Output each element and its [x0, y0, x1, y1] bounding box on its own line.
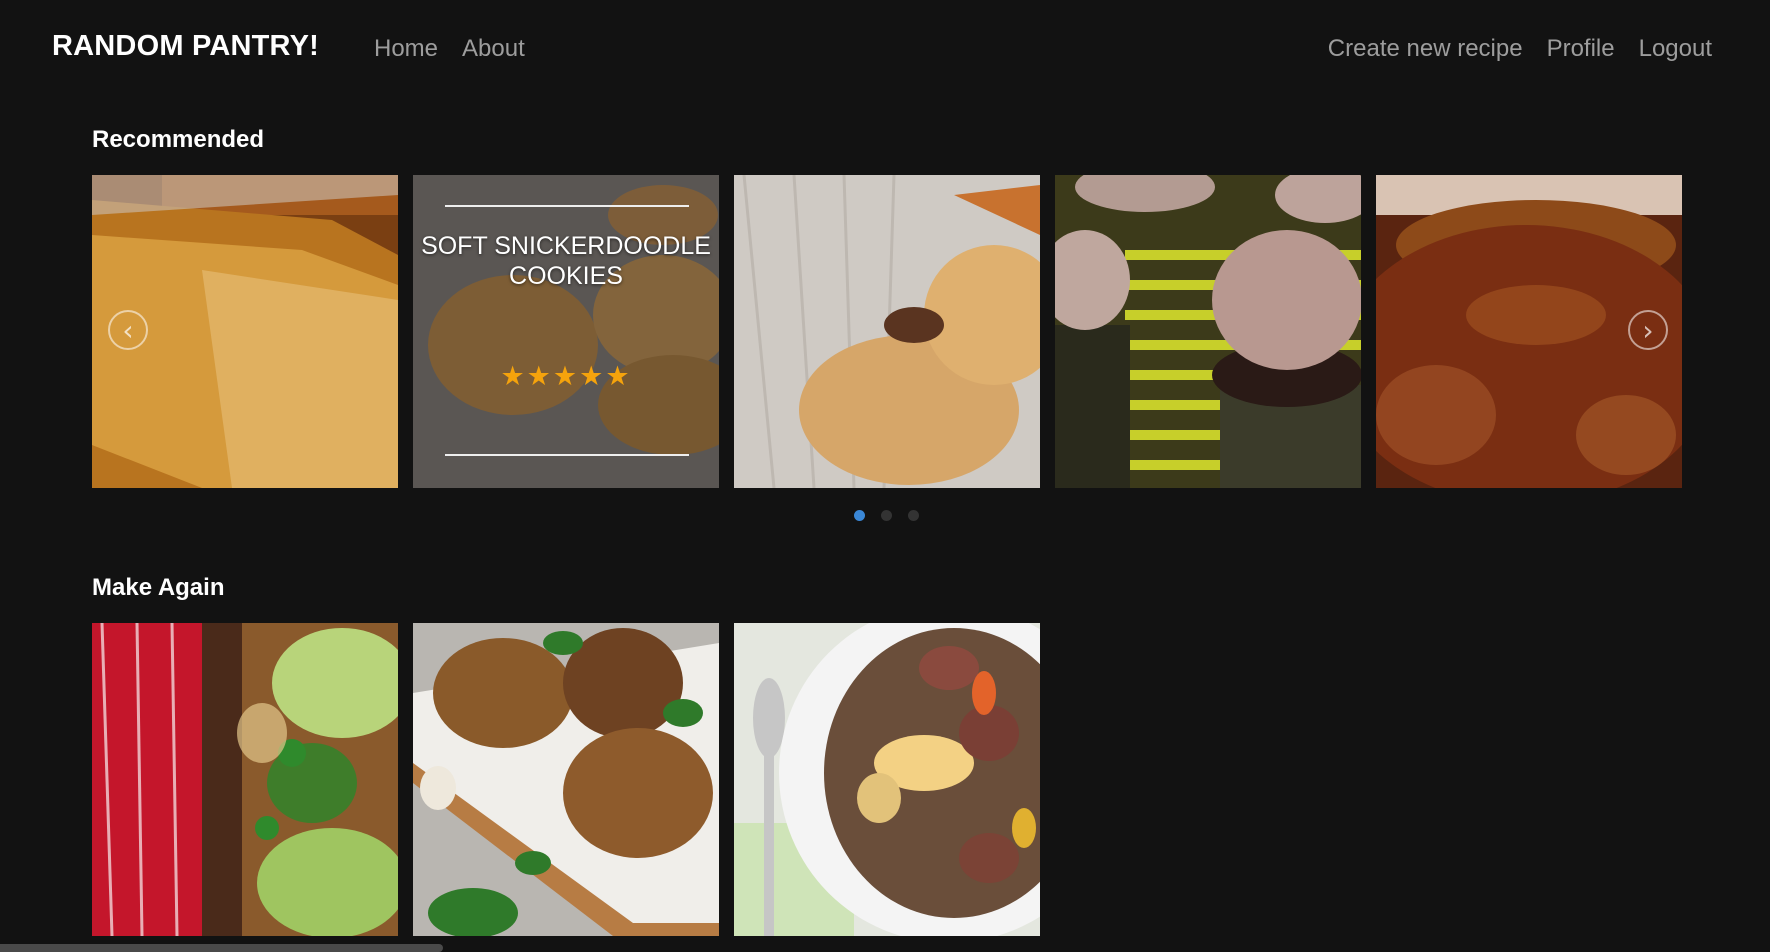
star-icon: ★	[500, 361, 527, 391]
nav-link-profile[interactable]: Profile	[1547, 35, 1615, 63]
recommended-carousel: SOFT SNICKERDOODLE COOKIES ★★★★★	[92, 175, 1682, 488]
star-icon: ★	[526, 361, 553, 391]
star-rating: ★★★★★	[413, 361, 719, 392]
carousel-dot-2[interactable]	[881, 510, 892, 521]
recipe-overlay-title: SOFT SNICKERDOODLE COOKIES	[421, 232, 711, 290]
carousel-dot-1[interactable]	[854, 510, 865, 521]
recipe-card-cupcakes[interactable]	[1055, 175, 1361, 488]
recipe-image-oatmeal-cookies	[734, 175, 1040, 488]
nav-link-create-recipe[interactable]: Create new recipe	[1328, 35, 1523, 63]
carousel-next-button[interactable]: ›	[1628, 310, 1668, 350]
overlay-divider-top	[445, 205, 689, 207]
recipe-card-grilled-chicken[interactable]	[413, 623, 719, 936]
star-icon: ★	[605, 361, 632, 391]
chevron-right-icon: ›	[1642, 314, 1654, 347]
nav-left: Home About	[374, 35, 525, 63]
nav-link-about[interactable]: About	[462, 35, 525, 63]
recipe-image-cupcakes	[1055, 175, 1361, 488]
chevron-left-icon: ‹	[122, 314, 134, 347]
nav-link-home[interactable]: Home	[374, 35, 438, 63]
make-again-row	[92, 623, 1040, 936]
horizontal-scrollbar[interactable]	[0, 944, 443, 952]
section-title-make-again: Make Again	[92, 574, 225, 601]
recipe-image-grilled-chicken	[413, 623, 719, 936]
recipe-image-beef-stew	[734, 623, 1040, 936]
nav-right: Create new recipe Profile Logout	[1328, 35, 1712, 63]
recipe-image-enchilada-bake	[92, 623, 398, 936]
navbar: RANDOM PANTRY! Home About Create new rec…	[0, 0, 1770, 100]
star-icon: ★	[579, 361, 606, 391]
recipe-card-enchilada-bake[interactable]	[92, 623, 398, 936]
nav-link-logout[interactable]: Logout	[1639, 35, 1712, 63]
star-icon: ★	[552, 361, 580, 391]
recipe-image-snickerdoodle	[413, 175, 719, 488]
recipe-card-beef-stew[interactable]	[734, 623, 1040, 936]
overlay-divider-bottom	[445, 454, 689, 456]
recipe-card-oatmeal-cookies[interactable]	[734, 175, 1040, 488]
carousel-indicators	[854, 510, 919, 521]
section-title-recommended: Recommended	[92, 126, 265, 153]
recipe-card-snickerdoodle[interactable]: SOFT SNICKERDOODLE COOKIES ★★★★★	[413, 175, 719, 488]
brand-logo[interactable]: RANDOM PANTRY!	[52, 30, 319, 63]
carousel-dot-3[interactable]	[908, 510, 919, 521]
carousel-prev-button[interactable]: ‹	[108, 310, 148, 350]
